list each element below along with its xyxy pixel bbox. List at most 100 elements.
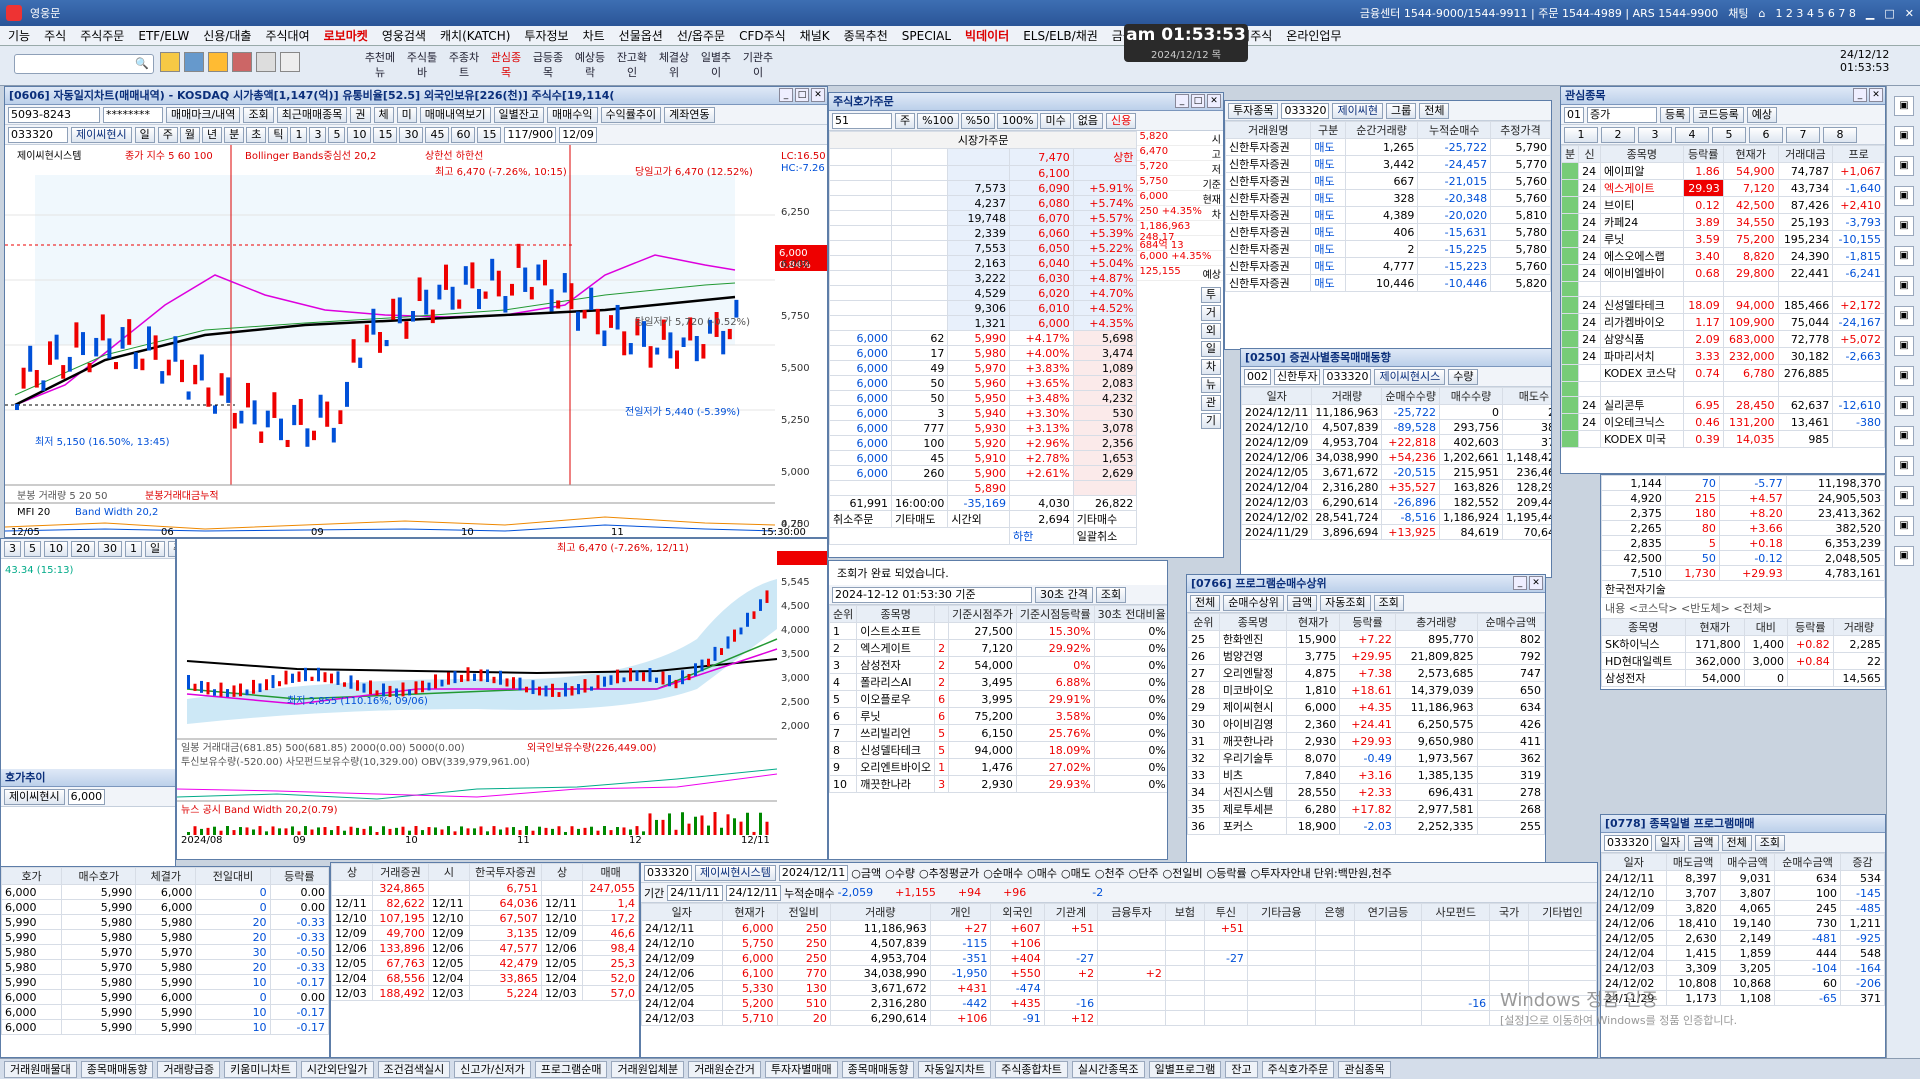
menu-item[interactable]: 채널K xyxy=(800,27,830,44)
ranking-row[interactable]: 7 쓰리빌리언 5 6,150 25.76% 0% xyxy=(829,724,1167,742)
interval-select[interactable]: 30초 간격 xyxy=(1035,586,1093,603)
column-header[interactable]: 거래대금 xyxy=(1777,145,1834,163)
broker-name[interactable]: 제이씨현 xyxy=(1332,102,1383,119)
column-header[interactable]: 연기금등 xyxy=(1353,903,1423,921)
column-header[interactable]: 매수호가 xyxy=(61,867,137,885)
column-header[interactable]: 등락률 xyxy=(269,867,329,885)
column-header[interactable]: 보험 xyxy=(1164,903,1205,921)
period-button[interactable]: 3 xyxy=(309,126,327,143)
period-button[interactable]: 15 xyxy=(373,126,398,143)
daily-row[interactable]: 12/11 82,622 12/11 64,036 12/11 1,4 xyxy=(331,895,639,911)
unit-button[interactable]: %100 xyxy=(917,112,959,129)
watchlist-row[interactable]: 24 루닛 3.59 75,200 195,234 -10,155 xyxy=(1561,230,1885,248)
investor-row[interactable]: 24/12/09 6,000 250 4,953,704 -351 +404 -27 -27 xyxy=(641,950,1597,966)
side-tab[interactable]: 투 xyxy=(1200,287,1221,303)
column-header[interactable]: 현재가 xyxy=(1722,145,1779,163)
ranking-query-button[interactable]: 조회 xyxy=(1095,586,1127,603)
expect-checkbox[interactable]: 예상 xyxy=(1746,106,1777,123)
minimize-icon[interactable]: _ xyxy=(1853,88,1867,102)
qty-input[interactable]: 51 xyxy=(832,112,892,129)
column-header[interactable]: 매도금액 xyxy=(1665,853,1721,871)
hoga-trend-row[interactable]: 6,000 5,990 6,000 0 0.00 xyxy=(1,884,329,900)
column-header[interactable]: 기준시점등락률 xyxy=(1015,605,1095,623)
taskbar-item[interactable]: 실시간종목조 xyxy=(1071,1060,1145,1078)
column-header[interactable]: 국가 xyxy=(1489,903,1530,921)
bid-price[interactable]: 5,930 xyxy=(947,420,1010,436)
folder-icon[interactable] xyxy=(160,52,180,72)
chart-button[interactable]: 미 xyxy=(396,106,417,123)
radio-option[interactable]: ○단주 xyxy=(1129,865,1159,881)
period-button[interactable]: 30 xyxy=(399,126,424,143)
sidebar-tool-icon[interactable]: ▣ xyxy=(1894,156,1914,176)
column-header[interactable]: 일자 xyxy=(641,903,723,921)
bid-row[interactable]: 6,000 50 5,960 +3.65% 2,083 xyxy=(829,375,1138,391)
column-header[interactable]: 전일비 xyxy=(776,903,831,921)
menu-item[interactable]: SPECIAL xyxy=(902,29,951,43)
watchlist-row[interactable]: 24 브이티 0.12 42,500 87,426 +2,410 xyxy=(1561,196,1885,214)
stock-code-input[interactable]: 033320 xyxy=(8,126,68,143)
period-button[interactable]: 3 xyxy=(4,540,21,557)
period-button[interactable]: 10 xyxy=(44,540,68,557)
chart-button[interactable]: 수익률추이 xyxy=(600,106,662,123)
ask-price[interactable]: 6,100 xyxy=(1009,165,1074,181)
ranking-row[interactable]: 4 폴라리스AI 2 3,495 6.88% 0% xyxy=(829,673,1167,691)
watchlist-row[interactable]: 24 엑스게이트 29.93 7,120 43,734 -1,640 xyxy=(1561,179,1885,197)
column-header[interactable]: 현재가 xyxy=(1286,613,1341,631)
period-button[interactable]: 일 xyxy=(145,540,166,557)
menu-item[interactable]: ETF/ELW xyxy=(138,29,189,43)
ask-row[interactable]: 1,321 6,000 +4.35% xyxy=(829,315,1138,331)
column-header[interactable]: 매수수량 xyxy=(1439,387,1503,405)
period-button[interactable]: 주 xyxy=(168,540,175,557)
column-header[interactable]: 거래량 xyxy=(829,903,931,921)
sidebar-tool-icon[interactable]: ▣ xyxy=(1894,486,1914,506)
bid-price[interactable]: 5,890 xyxy=(947,480,1010,496)
column-header[interactable]: 분 xyxy=(1561,145,1580,163)
stock-name-cell[interactable]: 실리콘투 xyxy=(1600,396,1684,414)
cancel-order-label[interactable]: 취소주문 xyxy=(829,510,892,528)
column-header[interactable]: 사모펀드 xyxy=(1421,903,1491,921)
chart-button[interactable]: 매매내역보기 xyxy=(419,106,491,123)
program-daily-row[interactable]: 24/12/06 18,410 19,140 730 1,211 xyxy=(1601,915,1885,931)
investor-row[interactable]: 24/12/06 6,100 770 34,038,990 -1,950 +550 +2 +2 xyxy=(641,965,1597,981)
taskbar-item[interactable]: 일별프로그램 xyxy=(1148,1060,1222,1078)
column-header[interactable]: 기타법인 xyxy=(1528,903,1597,921)
watchlist-row[interactable] xyxy=(1561,381,1885,397)
menu-item[interactable]: 차트 xyxy=(583,27,605,44)
ask-row[interactable]: 3,222 6,030 +4.87% xyxy=(829,270,1138,286)
column-header[interactable]: 체결가 xyxy=(135,867,197,885)
column-header[interactable]: 신 xyxy=(1578,145,1602,163)
left-mini-price[interactable]: 6,000 xyxy=(67,788,106,805)
bid-price[interactable]: 5,980 xyxy=(947,345,1010,361)
sector-row[interactable]: 1,144 70 -5.77 11,198,370 xyxy=(1601,475,1885,491)
toolbar-button[interactable]: 급등종목 xyxy=(528,50,568,82)
chart-button[interactable]: 최근매매종목 xyxy=(276,106,348,123)
sidebar-tool-icon[interactable]: ▣ xyxy=(1894,426,1914,446)
bid-price[interactable]: 5,940 xyxy=(947,405,1010,421)
period-button[interactable]: 60 xyxy=(451,126,476,143)
bid-row[interactable]: 6,000 3 5,940 +3.30% 530 xyxy=(829,405,1138,421)
lock-icon[interactable] xyxy=(208,52,228,72)
watchlist-row[interactable]: 24 리가켐바이오 1.17 109,900 75,044 -24,167 xyxy=(1561,313,1885,331)
period-button[interactable]: 1 xyxy=(125,540,142,557)
column-header[interactable]: 기관계 xyxy=(1043,903,1099,921)
stock-name-cell[interactable]: 신성델타테크 xyxy=(1600,296,1684,314)
broker-row[interactable]: 신한투자증권 매도 667 -21,015 5,760 xyxy=(1225,172,1551,190)
sidebar-tool-icon[interactable]: ▣ xyxy=(1894,246,1914,266)
chart-button[interactable]: 일별잔고 xyxy=(493,106,545,123)
radio-option[interactable]: ○투자자안내 xyxy=(1251,865,1311,881)
chart-button[interactable]: 매매마크/내역 xyxy=(166,106,241,123)
side-tab[interactable]: 관 xyxy=(1200,395,1221,411)
period-button[interactable]: 30 xyxy=(98,540,122,557)
sidebar-tool-icon[interactable]: ▣ xyxy=(1894,396,1914,416)
ask-row[interactable]: 7,553 6,050 +5.22% xyxy=(829,240,1138,256)
period-button[interactable]: 45 xyxy=(425,126,450,143)
column-header[interactable]: 등락률 xyxy=(1682,145,1724,163)
pd-query[interactable]: 조회 xyxy=(1754,834,1785,851)
stock-name-cell[interactable] xyxy=(1600,281,1684,297)
watchlist-row[interactable]: KODEX 미국 0.39 14,035 985 xyxy=(1561,430,1885,448)
code-register-button[interactable]: 코드등록 xyxy=(1693,106,1744,123)
column-header[interactable]: 투신 xyxy=(1203,903,1248,921)
market-order-label[interactable]: 시장가주문 xyxy=(829,131,1138,149)
ask-price[interactable]: 6,090 xyxy=(1009,180,1074,196)
side-tab[interactable]: 뉴 xyxy=(1200,377,1221,393)
